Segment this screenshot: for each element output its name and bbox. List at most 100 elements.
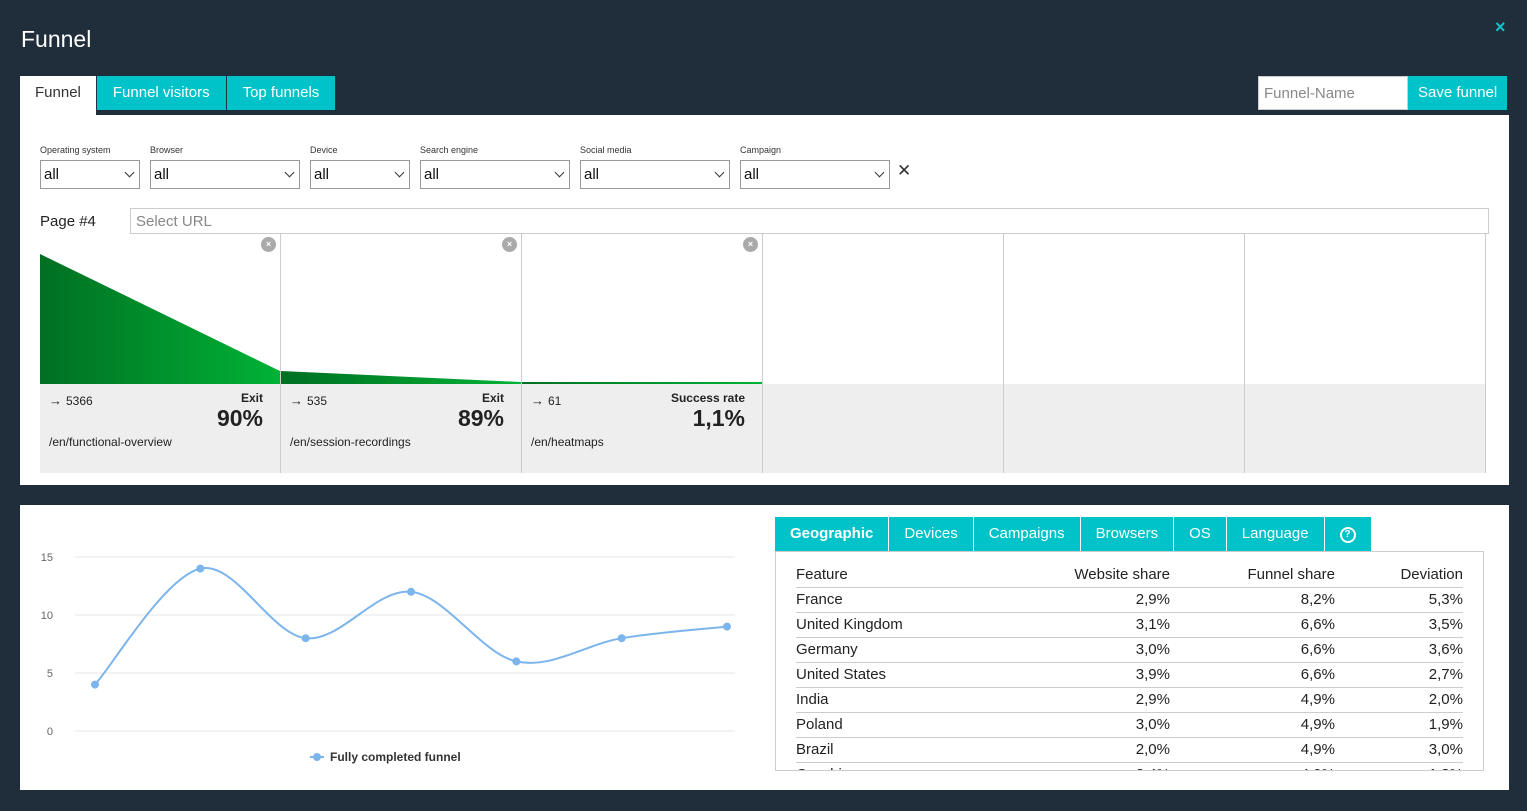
- tab-os[interactable]: OS: [1174, 517, 1227, 551]
- cell-website-share: 3,0%: [996, 637, 1170, 663]
- cell-deviation: 3,6%: [1335, 637, 1463, 663]
- remove-step-icon[interactable]: ×: [261, 237, 276, 252]
- select-url-input[interactable]: [130, 208, 1489, 234]
- step-percent: 89%: [457, 405, 504, 431]
- cell-website-share: 2,4%: [996, 762, 1170, 770]
- table-row: Poland 3,0% 4,9% 1,9%: [796, 712, 1463, 738]
- data-point[interactable]: [617, 634, 626, 643]
- select-value: all: [44, 166, 60, 183]
- segment-table: Feature Website share Funnel share Devia…: [796, 562, 1463, 770]
- funnel-step-info: [1245, 384, 1485, 473]
- close-icon[interactable]: ×: [1495, 18, 1506, 36]
- segment-table-container[interactable]: Feature Website share Funnel share Devia…: [775, 551, 1484, 771]
- select-value: all: [584, 166, 600, 183]
- step-visitor-count: → 61: [531, 393, 561, 408]
- clear-filters-icon[interactable]: ✕: [897, 161, 911, 181]
- column-header-deviation: Deviation: [1335, 562, 1463, 588]
- device-select[interactable]: all: [310, 160, 410, 189]
- funnel-panel: Operating system all Browser all Device …: [20, 115, 1509, 485]
- help-icon: ?: [1339, 527, 1356, 544]
- funnel-step-empty: [763, 234, 1004, 473]
- cell-funnel-share: 4,9%: [1170, 762, 1335, 770]
- funnel-step: × → 5366 Exit 90% /en/functional-overview: [40, 234, 281, 473]
- search-engine-select[interactable]: all: [420, 160, 570, 189]
- cell-feature: United States: [796, 662, 996, 688]
- cell-feature: Brazil: [796, 737, 996, 763]
- cell-deviation: 2,7%: [1335, 662, 1463, 688]
- filter-device: Device all: [310, 143, 410, 189]
- cell-feature: France: [796, 587, 996, 613]
- data-point[interactable]: [407, 587, 415, 596]
- tab-browsers[interactable]: Browsers: [1080, 517, 1175, 551]
- table-row: Germany 3,0% 6,6% 3,6%: [796, 637, 1463, 663]
- step-count-value: 61: [548, 394, 562, 408]
- tab-campaigns[interactable]: Campaigns: [973, 517, 1081, 551]
- step-visitor-count: → 535: [290, 393, 327, 408]
- tab-top-funnels[interactable]: Top funnels: [226, 76, 337, 110]
- table-header-row: Feature Website share Funnel share Devia…: [796, 562, 1463, 588]
- legend-item[interactable]: Fully completed funnel: [310, 750, 461, 764]
- tab-devices[interactable]: Devices: [889, 517, 974, 551]
- funnel-step-graph: [1004, 234, 1244, 384]
- help-button[interactable]: ?: [1324, 517, 1372, 551]
- data-point[interactable]: [196, 564, 205, 573]
- tab-funnel[interactable]: Funnel: [20, 76, 97, 115]
- save-funnel-button[interactable]: Save funnel: [1408, 76, 1508, 110]
- filter-label: Social media: [580, 145, 632, 155]
- chevron-down-icon: [714, 167, 725, 178]
- series-line: [94, 567, 728, 686]
- main-tabs: Funnel Funnel visitors Top funnels: [20, 76, 337, 115]
- funnel-steps: × → 5366 Exit 90% /en/functional-overview…: [40, 234, 1487, 473]
- step-kind-label: Exit: [240, 391, 263, 405]
- browser-select[interactable]: all: [150, 160, 300, 189]
- tab-funnel-visitors[interactable]: Funnel visitors: [96, 76, 227, 110]
- y-tick-label: 10: [41, 610, 53, 622]
- funnel-step: × → 61 Success rate 1,1% /en/heatmaps: [522, 234, 763, 473]
- select-value: all: [424, 166, 440, 183]
- data-point[interactable]: [723, 622, 731, 631]
- data-point[interactable]: [91, 680, 99, 689]
- chevron-down-icon: [394, 167, 405, 178]
- filter-label: Browser: [150, 145, 184, 155]
- cell-deviation: 5,3%: [1335, 587, 1463, 613]
- tab-geographic[interactable]: Geographic: [775, 517, 890, 551]
- filter-label: Device: [310, 145, 338, 155]
- data-point[interactable]: [301, 634, 310, 643]
- operating-system-select[interactable]: all: [40, 160, 140, 189]
- cell-deviation: 3,0%: [1335, 737, 1463, 763]
- table-row: Brazil 2,0% 4,9% 3,0%: [796, 737, 1463, 763]
- cell-funnel-share: 6,6%: [1170, 612, 1335, 638]
- segment-table-body: France 2,9% 8,2% 5,3% United Kingdom 3,1% 6,6%…: [796, 587, 1463, 770]
- remove-step-icon[interactable]: ×: [502, 237, 517, 252]
- step-url: /en/heatmaps: [531, 435, 604, 449]
- data-point[interactable]: [512, 657, 521, 666]
- campaign-select[interactable]: all: [740, 160, 890, 189]
- cell-feature: Germany: [796, 637, 996, 663]
- cell-feature: Czechia: [796, 762, 996, 770]
- y-tick-label: 15: [41, 552, 53, 564]
- table-row: France 2,9% 8,2% 5,3%: [796, 587, 1463, 613]
- cell-funnel-share: 4,9%: [1170, 737, 1335, 763]
- filter-campaign: Campaign all: [740, 143, 890, 189]
- remove-step-icon[interactable]: ×: [743, 237, 758, 252]
- save-funnel-area: Save funnel: [1258, 76, 1508, 110]
- step-kind-label: Exit: [481, 391, 504, 405]
- column-header-website-share: Website share: [996, 562, 1170, 588]
- cell-website-share: 3,1%: [996, 612, 1170, 638]
- step-url: /en/session-recordings: [290, 435, 411, 449]
- table-row: United States 3,9% 6,6% 2,7%: [796, 662, 1463, 688]
- completed-funnel-chart: 0 5 10 15 Fully completed funnel: [41, 552, 735, 764]
- cell-deviation: 2,0%: [1335, 687, 1463, 713]
- filter-operating-system: Operating system all: [40, 143, 140, 189]
- cell-deviation: 1,9%: [1335, 712, 1463, 738]
- tab-language[interactable]: Language: [1226, 517, 1325, 551]
- select-value: all: [314, 166, 330, 183]
- funnel-step-graph: [1245, 234, 1485, 384]
- step-percent: 1,1%: [692, 405, 745, 431]
- step-visitor-count: → 5366: [49, 393, 93, 408]
- funnel-step-area: [40, 254, 280, 384]
- arrow-right-icon: →: [49, 393, 62, 408]
- funnel-name-input[interactable]: [1258, 76, 1408, 110]
- social-media-select[interactable]: all: [580, 160, 730, 189]
- step-kind-label: Success rate: [670, 391, 745, 405]
